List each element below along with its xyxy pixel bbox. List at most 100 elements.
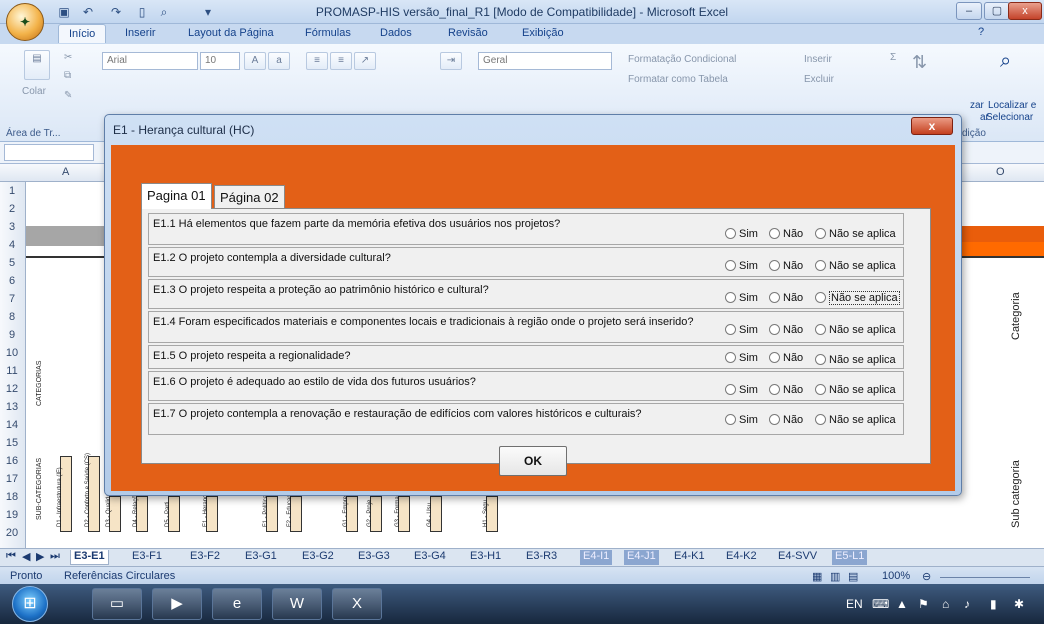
row-header[interactable]: 13 [0, 400, 24, 414]
sheet-tab-e3-h1[interactable]: E3-H1 [470, 550, 501, 565]
row-header[interactable]: 2 [0, 202, 24, 216]
radio-sim[interactable]: Sim [725, 228, 758, 240]
radio-sim[interactable]: Sim [725, 384, 758, 396]
sheet-tab-e3-f1[interactable]: E3-F1 [132, 550, 162, 565]
radio-icon[interactable] [725, 228, 736, 239]
tab-pagina-02[interactable]: Página 02 [214, 185, 285, 209]
row-header[interactable]: 15 [0, 436, 24, 450]
radio-nao[interactable]: Não [769, 384, 803, 396]
column-header-o[interactable]: O [996, 166, 1005, 178]
sheet-tab-e3-g2[interactable]: E3-G2 [302, 550, 334, 565]
radio-icon[interactable] [725, 292, 736, 303]
radio-nao[interactable]: Não [769, 414, 803, 426]
row-header[interactable]: 3 [0, 220, 24, 234]
radio-sim[interactable]: Sim [725, 414, 758, 426]
delete-cells-button[interactable]: Excluir [804, 74, 834, 85]
font-size-box[interactable]: 10 [200, 52, 240, 70]
volume-icon[interactable]: ♪ [964, 597, 970, 611]
tab-inserir[interactable]: Inserir [125, 27, 156, 39]
row-header[interactable]: 7 [0, 292, 24, 306]
maximize-button[interactable]: ▢ [984, 2, 1010, 20]
tab-pagina-01[interactable]: Pagina 01 [141, 183, 212, 209]
row-header[interactable]: 16 [0, 454, 24, 468]
bluetooth-icon[interactable]: ✱ [1014, 597, 1024, 611]
wrap-text-icon[interactable]: ⇥ [440, 52, 462, 70]
internet-explorer-taskbar-icon[interactable]: e [212, 588, 262, 620]
radio-nao-se-aplica[interactable]: Não se aplica [815, 414, 896, 426]
radio-nao-se-aplica[interactable]: Não se aplica [815, 354, 896, 366]
column-header-a[interactable]: A [62, 166, 69, 178]
action-center-icon[interactable]: ⚑ [918, 597, 929, 611]
autosum-icon[interactable]: Σ [890, 52, 896, 63]
status-circular-references[interactable]: Referências Circulares [64, 570, 175, 582]
sheet-tab-e4-i1[interactable]: E4-I1 [580, 550, 613, 565]
radio-icon[interactable] [769, 414, 780, 425]
sheet-tab-e4-k2[interactable]: E4-K2 [726, 550, 757, 565]
align-top-icon[interactable]: ≡ [306, 52, 328, 70]
help-icon[interactable]: ? [978, 26, 984, 38]
minimize-button[interactable]: – [956, 2, 982, 20]
radio-nao[interactable]: Não [769, 352, 803, 364]
row-header[interactable]: 9 [0, 328, 24, 342]
sheet-tab-e3-f2[interactable]: E3-F2 [190, 550, 220, 565]
radio-nao[interactable]: Não [769, 324, 803, 336]
radio-icon[interactable] [769, 228, 780, 239]
row-header[interactable]: 5 [0, 256, 24, 270]
shrink-font-icon[interactable]: a [268, 52, 290, 70]
tab-inicio[interactable]: Início [58, 24, 107, 43]
close-window-button[interactable]: x [1008, 2, 1042, 20]
row-header[interactable]: 11 [0, 364, 24, 378]
start-button[interactable]: ⊞ [12, 586, 48, 622]
zoom-slider[interactable] [940, 570, 1030, 578]
radio-icon[interactable] [769, 292, 780, 303]
next-sheet-icon[interactable]: ▶ [36, 550, 44, 565]
row-header[interactable]: 4 [0, 238, 24, 252]
number-format-box[interactable]: Geral [478, 52, 612, 70]
media-player-taskbar-icon[interactable]: ▶ [152, 588, 202, 620]
radio-icon[interactable] [725, 384, 736, 395]
sheet-tab-e3-g3[interactable]: E3-G3 [358, 550, 390, 565]
radio-nao[interactable]: Não [769, 292, 803, 304]
radio-icon[interactable] [815, 324, 826, 335]
radio-icon[interactable] [769, 384, 780, 395]
row-header[interactable]: 1 [0, 184, 24, 198]
radio-icon[interactable] [769, 260, 780, 271]
sheet-tab-e3-g1[interactable]: E3-G1 [245, 550, 277, 565]
row-header[interactable]: 14 [0, 418, 24, 432]
row-header[interactable]: 20 [0, 526, 24, 540]
tab-exibicao[interactable]: Exibição [522, 27, 564, 39]
find-icon[interactable]: ⌕ [1000, 50, 1011, 73]
radio-icon[interactable] [769, 324, 780, 335]
row-header[interactable]: 18 [0, 490, 24, 504]
sheet-tab-e3-g4[interactable]: E3-G4 [414, 550, 446, 565]
tab-dados[interactable]: Dados [380, 27, 412, 39]
signal-icon[interactable]: ▮ [990, 597, 997, 611]
row-header[interactable]: 8 [0, 310, 24, 324]
insert-cells-button[interactable]: Inserir [804, 54, 832, 65]
first-sheet-icon[interactable]: ⏮ [6, 550, 16, 565]
sheet-tab-e4-svv[interactable]: E4-SVV [778, 550, 817, 565]
language-indicator[interactable]: EN [846, 597, 863, 611]
radio-icon[interactable] [815, 414, 826, 425]
orientation-icon[interactable]: ↗ [354, 52, 376, 70]
dialog-close-button[interactable]: x [911, 117, 953, 135]
office-button[interactable]: ✦ [6, 3, 44, 41]
normal-view-icon[interactable]: ▦ [812, 570, 822, 583]
align-middle-icon[interactable]: ≡ [330, 52, 352, 70]
sheet-tab-e4-k1[interactable]: E4-K1 [674, 550, 705, 565]
excel-taskbar-icon[interactable]: X [332, 588, 382, 620]
radio-icon[interactable] [725, 260, 736, 271]
row-header[interactable]: 19 [0, 508, 24, 522]
radio-icon[interactable] [815, 292, 826, 303]
row-header[interactable]: 12 [0, 382, 24, 396]
page-break-view-icon[interactable]: ▤ [848, 570, 858, 583]
radio-icon[interactable] [815, 228, 826, 239]
prev-sheet-icon[interactable]: ◀ [22, 550, 30, 565]
radio-nao-se-aplica[interactable]: Não se aplica [815, 324, 896, 336]
ok-button[interactable]: OK [499, 446, 567, 476]
sheet-tab-e5-l1[interactable]: E5-L1 [832, 550, 868, 565]
radio-icon[interactable] [815, 354, 826, 365]
radio-nao-se-aplica[interactable]: Não se aplica [815, 384, 896, 396]
paste-icon[interactable]: ▤ [24, 50, 50, 80]
radio-icon[interactable] [725, 324, 736, 335]
